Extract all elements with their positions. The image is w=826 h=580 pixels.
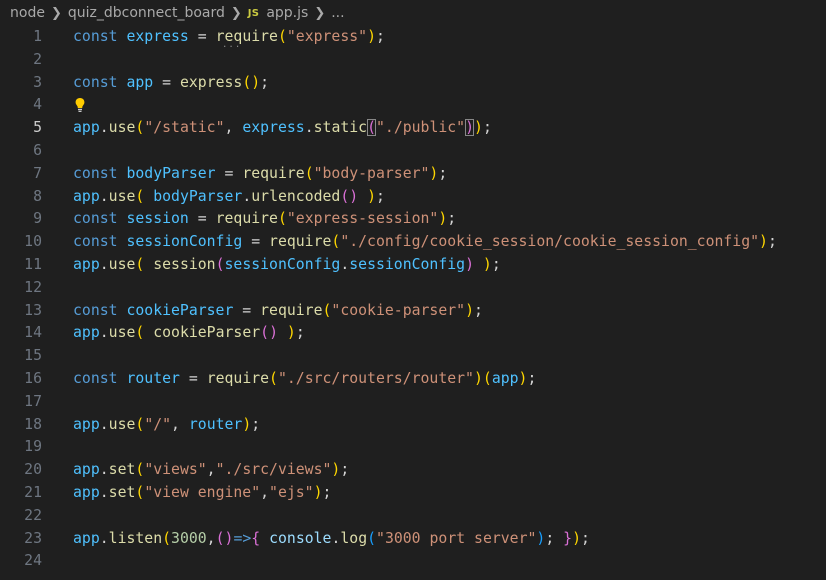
- line-number: 2: [33, 50, 42, 68]
- line-number: 5: [33, 119, 42, 137]
- code-line[interactable]: 9 const session = require("express-sessio…: [0, 208, 826, 231]
- code-line[interactable]: 21 app.set("view engine","ejs");: [0, 482, 826, 505]
- line-number: 6: [33, 141, 42, 159]
- breadcrumb: node ❯ quiz_dbconnect_board ❯ JS app.js …: [0, 0, 826, 26]
- code-line[interactable]: 7 const bodyParser = require("body-parser…: [0, 163, 826, 186]
- line-number: 16: [24, 369, 42, 387]
- code-text: app.listen(3000,()=>{ console.log("3000 …: [73, 529, 590, 547]
- code-line[interactable]: 11 app.use( session(sessionConfig.session…: [0, 254, 826, 277]
- breadcrumb-item-folder[interactable]: quiz_dbconnect_board: [68, 5, 225, 21]
- line-number: 18: [24, 415, 42, 433]
- code-text: const app = express();: [73, 73, 270, 91]
- line-number: 8: [33, 187, 42, 205]
- code-area[interactable]: 1 const express = require("express");... 2…: [0, 26, 826, 573]
- code-line[interactable]: 17: [0, 391, 826, 414]
- line-number: 14: [24, 324, 42, 342]
- code-line[interactable]: 23 app.listen(3000,()=>{ console.log("300…: [0, 528, 826, 551]
- code-text: app.use( cookieParser() );: [73, 324, 305, 342]
- code-text: app.use( session(sessionConfig.sessionCo…: [73, 255, 501, 273]
- code-line[interactable]: 16 const router = require("./src/routers/…: [0, 368, 826, 391]
- line-number: 3: [33, 73, 42, 91]
- line-number: 24: [24, 552, 42, 570]
- line-number: 23: [24, 529, 42, 547]
- breadcrumb-item-file[interactable]: app.js: [266, 5, 308, 21]
- code-text: const router = require("./src/routers/ro…: [73, 369, 537, 387]
- code-line[interactable]: 5 app.use("/static", express.static("./pu…: [0, 117, 826, 140]
- line-number: 19: [24, 438, 42, 456]
- code-text: app.use("/", router);: [73, 415, 261, 433]
- line-number: 20: [24, 461, 42, 479]
- code-text: app.use( bodyParser.urlencoded() );: [73, 187, 385, 205]
- code-text: const cookieParser = require("cookie-par…: [73, 301, 483, 319]
- line-number: 15: [24, 347, 42, 365]
- code-line[interactable]: 8 app.use( bodyParser.urlencoded() );: [0, 186, 826, 209]
- code-text: app.use("/static", express.static("./pub…: [73, 119, 492, 137]
- code-line[interactable]: 1 const express = require("express");...: [0, 26, 826, 50]
- code-line[interactable]: 22: [0, 505, 826, 528]
- code-line[interactable]: 3 const app = express();: [0, 72, 826, 95]
- code-line[interactable]: 14 app.use( cookieParser() );: [0, 322, 826, 345]
- code-line[interactable]: 15: [0, 345, 826, 368]
- code-editor[interactable]: node ❯ quiz_dbconnect_board ❯ JS app.js …: [0, 0, 826, 580]
- line-number: 22: [24, 506, 42, 524]
- chevron-right-icon: ❯: [314, 5, 326, 21]
- code-text: app.set("views","./src/views");: [73, 461, 350, 479]
- code-line[interactable]: 2: [0, 49, 826, 72]
- line-number: 21: [24, 483, 42, 501]
- line-number: 17: [24, 392, 42, 410]
- code-line[interactable]: 18 app.use("/", router);: [0, 414, 826, 437]
- line-number: 11: [24, 255, 42, 273]
- code-line[interactable]: 4: [0, 94, 826, 117]
- code-line[interactable]: 20 app.set("views","./src/views");: [0, 459, 826, 482]
- chevron-right-icon: ❯: [230, 5, 242, 21]
- code-line[interactable]: 12: [0, 277, 826, 300]
- code-text: app.set("view engine","ejs");: [73, 483, 332, 501]
- breadcrumb-item-symbols[interactable]: ...: [331, 5, 344, 21]
- code-line[interactable]: 24: [0, 550, 826, 573]
- code-text: const session = require("express-session…: [73, 210, 457, 228]
- line-number: 12: [24, 278, 42, 296]
- line-number: 4: [33, 96, 42, 114]
- code-line[interactable]: 13 const cookieParser = require("cookie-p…: [0, 300, 826, 323]
- code-line[interactable]: 10 const sessionConfig = require("./confi…: [0, 231, 826, 254]
- line-number: 10: [24, 233, 42, 251]
- lightbulb-icon[interactable]: [75, 97, 85, 113]
- javascript-file-icon: JS: [247, 7, 260, 19]
- line-number: 13: [24, 301, 42, 319]
- code-line[interactable]: 6: [0, 140, 826, 163]
- line-number: 9: [33, 210, 42, 228]
- chevron-right-icon: ❯: [50, 5, 62, 21]
- breadcrumb-item-node[interactable]: node: [10, 5, 45, 21]
- code-text: const bodyParser = require("body-parser"…: [73, 164, 448, 182]
- line-number: 7: [33, 164, 42, 182]
- line-number: 1: [33, 28, 42, 45]
- code-line[interactable]: 19: [0, 436, 826, 459]
- code-text: const sessionConfig = require("./config/…: [73, 233, 777, 251]
